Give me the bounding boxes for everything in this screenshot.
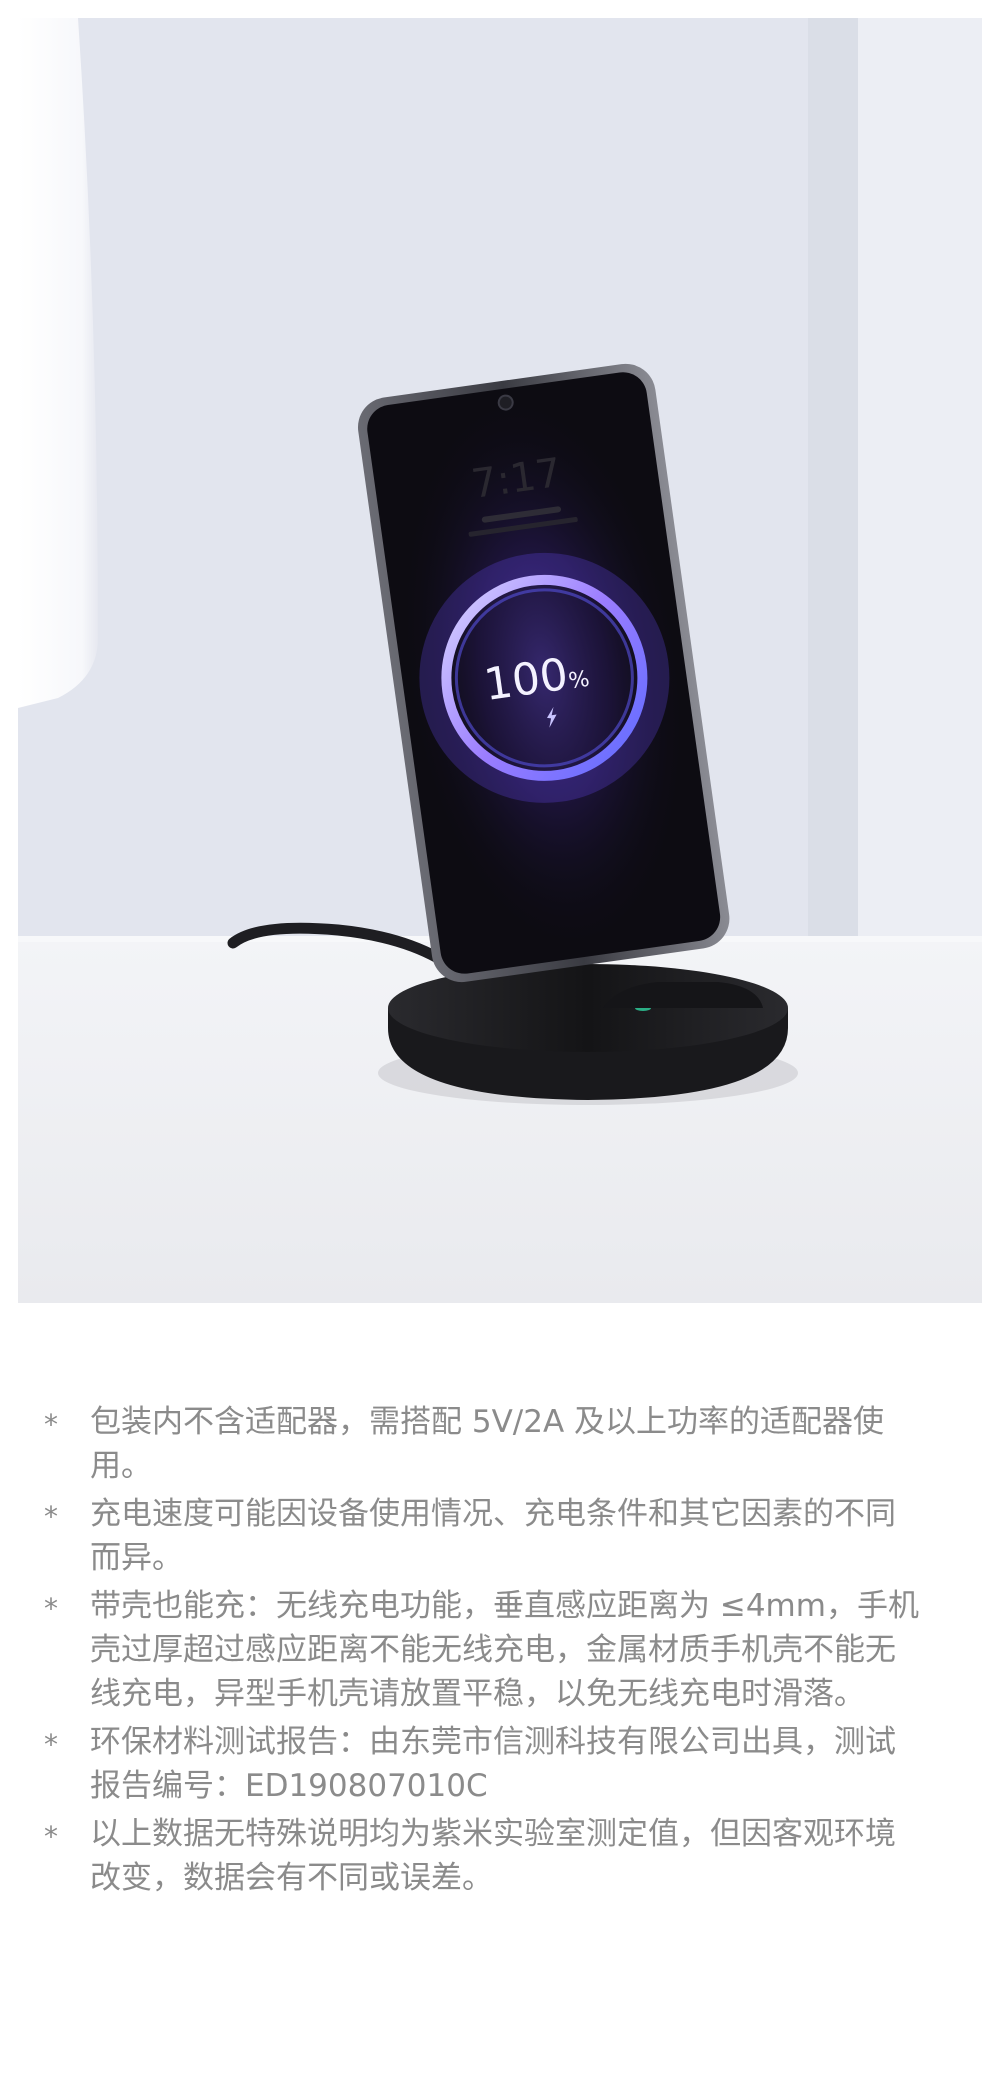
charging-stand-illustration: 7:17 100%	[18, 18, 982, 1303]
product-hero-image: 7:17 100%	[18, 18, 982, 1303]
asterisk-bullet: *	[44, 1728, 58, 1761]
note-text: 带壳也能充：无线充电功能，垂直感应距离为 ≤4mm，手机壳过厚超过感应距离不能无…	[90, 1588, 919, 1712]
asterisk-bullet: *	[44, 1500, 58, 1533]
note-item: * 以上数据无特殊说明均为紫米实验室测定值，但因客观环境改变，数据会有不同或误差。	[44, 1812, 924, 1900]
note-text: 充电速度可能因设备使用情况、充电条件和其它因素的不同而异。	[90, 1496, 896, 1576]
note-item: * 环保材料测试报告：由东莞市信测科技有限公司出具，测试报告编号：ED190807…	[44, 1720, 924, 1808]
note-item: * 充电速度可能因设备使用情况、充电条件和其它因素的不同而异。	[44, 1492, 924, 1580]
asterisk-bullet: *	[44, 1820, 58, 1853]
asterisk-bullet: *	[44, 1408, 58, 1441]
product-notes-list: * 包装内不含适配器，需搭配 5V/2A 及以上功率的适配器使用。 * 充电速度可能…	[44, 1400, 924, 1904]
note-text: 以上数据无特殊说明均为紫米实验室测定值，但因客观环境改变，数据会有不同或误差。	[90, 1816, 896, 1896]
asterisk-bullet: *	[44, 1592, 58, 1625]
note-item: * 带壳也能充：无线充电功能，垂直感应距离为 ≤4mm，手机壳过厚超过感应距离不能…	[44, 1584, 924, 1716]
note-text: 包装内不含适配器，需搭配 5V/2A 及以上功率的适配器使用。	[90, 1404, 885, 1484]
note-text: 环保材料测试报告：由东莞市信测科技有限公司出具，测试报告编号：ED1908070…	[90, 1724, 896, 1804]
note-item: * 包装内不含适配器，需搭配 5V/2A 及以上功率的适配器使用。	[44, 1400, 924, 1488]
